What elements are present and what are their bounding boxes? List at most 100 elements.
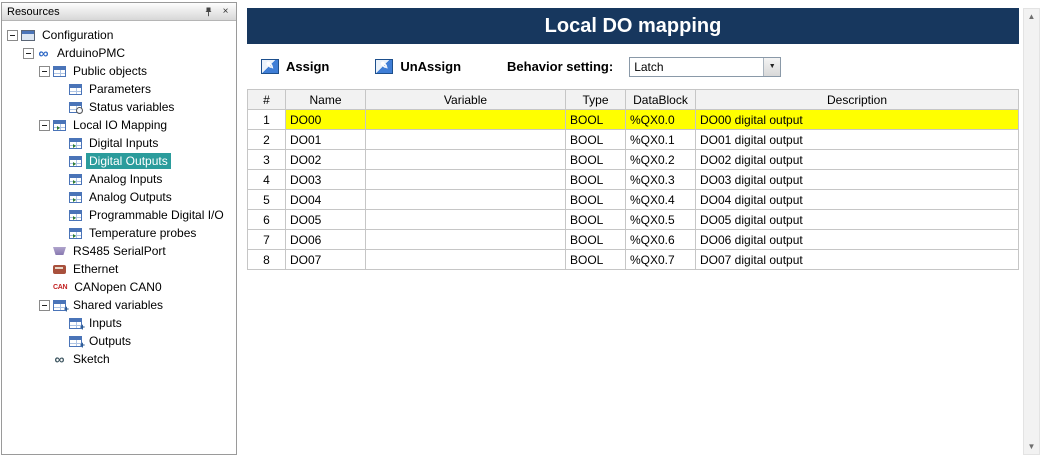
- tree-item-public-objects[interactable]: Public objects: [2, 62, 236, 80]
- variable-cell[interactable]: [366, 210, 566, 230]
- tree-item-digital-outputs[interactable]: Digital Outputs: [2, 152, 236, 170]
- variable-cell[interactable]: [366, 150, 566, 170]
- tree-item-canopen-can0[interactable]: CANCANopen CAN0: [2, 278, 236, 296]
- table-row[interactable]: 6DO05 BOOL%QX0.5DO05 digital output: [248, 210, 1019, 230]
- behavior-setting-select[interactable]: Latch: [629, 57, 781, 77]
- num-cell[interactable]: 7: [248, 230, 286, 250]
- column-header-name[interactable]: Name: [286, 90, 366, 110]
- variable-cell[interactable]: [366, 190, 566, 210]
- column-header-variable[interactable]: Variable: [366, 90, 566, 110]
- num-cell[interactable]: 6: [248, 210, 286, 230]
- variable-cell[interactable]: [366, 130, 566, 150]
- num-cell[interactable]: 2: [248, 130, 286, 150]
- tree-item-configuration[interactable]: Configuration: [2, 26, 236, 44]
- name-cell[interactable]: DO07: [286, 250, 366, 270]
- variable-cell[interactable]: [366, 110, 566, 130]
- column-header-num[interactable]: #: [248, 90, 286, 110]
- num-cell[interactable]: 3: [248, 150, 286, 170]
- num-cell[interactable]: 1: [248, 110, 286, 130]
- datablock-cell[interactable]: %QX0.6: [626, 230, 696, 250]
- type-cell[interactable]: BOOL: [566, 170, 626, 190]
- tree-item-digital-inputs[interactable]: Digital Inputs: [2, 134, 236, 152]
- description-cell[interactable]: DO03 digital output: [696, 170, 1019, 190]
- datablock-cell[interactable]: %QX0.7: [626, 250, 696, 270]
- tree-item-analog-outputs[interactable]: Analog Outputs: [2, 188, 236, 206]
- tree-item-arduinopmc[interactable]: ∞ArduinoPMC: [2, 44, 236, 62]
- description-cell[interactable]: DO04 digital output: [696, 190, 1019, 210]
- vertical-scrollbar[interactable]: [1023, 8, 1040, 455]
- tree-item-label: Status variables: [86, 99, 177, 115]
- type-cell[interactable]: BOOL: [566, 150, 626, 170]
- column-header-description[interactable]: Description: [696, 90, 1019, 110]
- table-row[interactable]: 2DO01 BOOL%QX0.1DO01 digital output: [248, 130, 1019, 150]
- num-cell[interactable]: 8: [248, 250, 286, 270]
- description-cell[interactable]: DO00 digital output: [696, 110, 1019, 130]
- datablock-cell[interactable]: %QX0.3: [626, 170, 696, 190]
- tree-item-programmable-digital-i-o[interactable]: Programmable Digital I/O: [2, 206, 236, 224]
- variable-cell[interactable]: [366, 230, 566, 250]
- tree-item-temperature-probes[interactable]: Temperature probes: [2, 224, 236, 242]
- num-cell[interactable]: 4: [248, 170, 286, 190]
- type-cell[interactable]: BOOL: [566, 110, 626, 130]
- column-header-datablock[interactable]: DataBlock: [626, 90, 696, 110]
- type-cell[interactable]: BOOL: [566, 190, 626, 210]
- name-cell[interactable]: DO01: [286, 130, 366, 150]
- datablock-cell[interactable]: %QX0.5: [626, 210, 696, 230]
- table-row[interactable]: 5DO04 BOOL%QX0.4DO04 digital output: [248, 190, 1019, 210]
- variable-cell[interactable]: [366, 170, 566, 190]
- scroll-down-icon[interactable]: [1024, 439, 1039, 454]
- collapse-minus-icon[interactable]: [7, 30, 18, 41]
- name-cell[interactable]: DO03: [286, 170, 366, 190]
- description-cell[interactable]: DO02 digital output: [696, 150, 1019, 170]
- num-cell[interactable]: 5: [248, 190, 286, 210]
- pin-icon[interactable]: [201, 5, 216, 19]
- name-cell[interactable]: DO02: [286, 150, 366, 170]
- unassign-button-label: UnAssign: [400, 59, 461, 74]
- type-cell[interactable]: BOOL: [566, 210, 626, 230]
- public-objects-icon: [53, 66, 66, 77]
- description-cell[interactable]: DO06 digital output: [696, 230, 1019, 250]
- description-cell[interactable]: DO05 digital output: [696, 210, 1019, 230]
- collapse-minus-icon[interactable]: [23, 48, 34, 59]
- type-cell[interactable]: BOOL: [566, 250, 626, 270]
- variable-cell[interactable]: [366, 250, 566, 270]
- tree-item-label: Local IO Mapping: [70, 117, 170, 133]
- description-cell[interactable]: DO01 digital output: [696, 130, 1019, 150]
- name-cell[interactable]: DO00: [286, 110, 366, 130]
- io-mapping-icon: [69, 156, 82, 167]
- table-row[interactable]: 1DO00 BOOL%QX0.0DO00 digital output: [248, 110, 1019, 130]
- tree-item-outputs[interactable]: Outputs: [2, 332, 236, 350]
- description-cell[interactable]: DO07 digital output: [696, 250, 1019, 270]
- column-header-type[interactable]: Type: [566, 90, 626, 110]
- name-cell[interactable]: DO06: [286, 230, 366, 250]
- tree-item-local-io-mapping[interactable]: Local IO Mapping: [2, 116, 236, 134]
- datablock-cell[interactable]: %QX0.0: [626, 110, 696, 130]
- table-row[interactable]: 7DO06 BOOL%QX0.6DO06 digital output: [248, 230, 1019, 250]
- type-cell[interactable]: BOOL: [566, 230, 626, 250]
- tree-item-shared-variables[interactable]: Shared variables: [2, 296, 236, 314]
- name-cell[interactable]: DO04: [286, 190, 366, 210]
- tree-item-rs485-serialport[interactable]: RS485 SerialPort: [2, 242, 236, 260]
- scroll-up-icon[interactable]: [1024, 9, 1039, 24]
- tree-item-ethernet[interactable]: Ethernet: [2, 260, 236, 278]
- name-cell[interactable]: DO05: [286, 210, 366, 230]
- tree-item-sketch[interactable]: ∞Sketch: [2, 350, 236, 368]
- table-row[interactable]: 3DO02 BOOL%QX0.2DO02 digital output: [248, 150, 1019, 170]
- datablock-cell[interactable]: %QX0.2: [626, 150, 696, 170]
- collapse-minus-icon[interactable]: [39, 300, 50, 311]
- table-row[interactable]: 4DO03 BOOL%QX0.3DO03 digital output: [248, 170, 1019, 190]
- unassign-button[interactable]: UnAssign: [375, 59, 461, 74]
- collapse-minus-icon[interactable]: [39, 66, 50, 77]
- type-cell[interactable]: BOOL: [566, 130, 626, 150]
- table-row[interactable]: 8DO07 BOOL%QX0.7DO07 digital output: [248, 250, 1019, 270]
- tree-item-status-variables[interactable]: Status variables: [2, 98, 236, 116]
- tree-item-inputs[interactable]: Inputs: [2, 314, 236, 332]
- tree-item-parameters[interactable]: Parameters: [2, 80, 236, 98]
- collapse-minus-icon[interactable]: [39, 120, 50, 131]
- assign-button[interactable]: Assign: [261, 59, 329, 74]
- tree-item-analog-inputs[interactable]: Analog Inputs: [2, 170, 236, 188]
- resources-panel-title: Resources: [7, 6, 199, 18]
- close-icon[interactable]: ×: [218, 5, 233, 19]
- datablock-cell[interactable]: %QX0.4: [626, 190, 696, 210]
- datablock-cell[interactable]: %QX0.1: [626, 130, 696, 150]
